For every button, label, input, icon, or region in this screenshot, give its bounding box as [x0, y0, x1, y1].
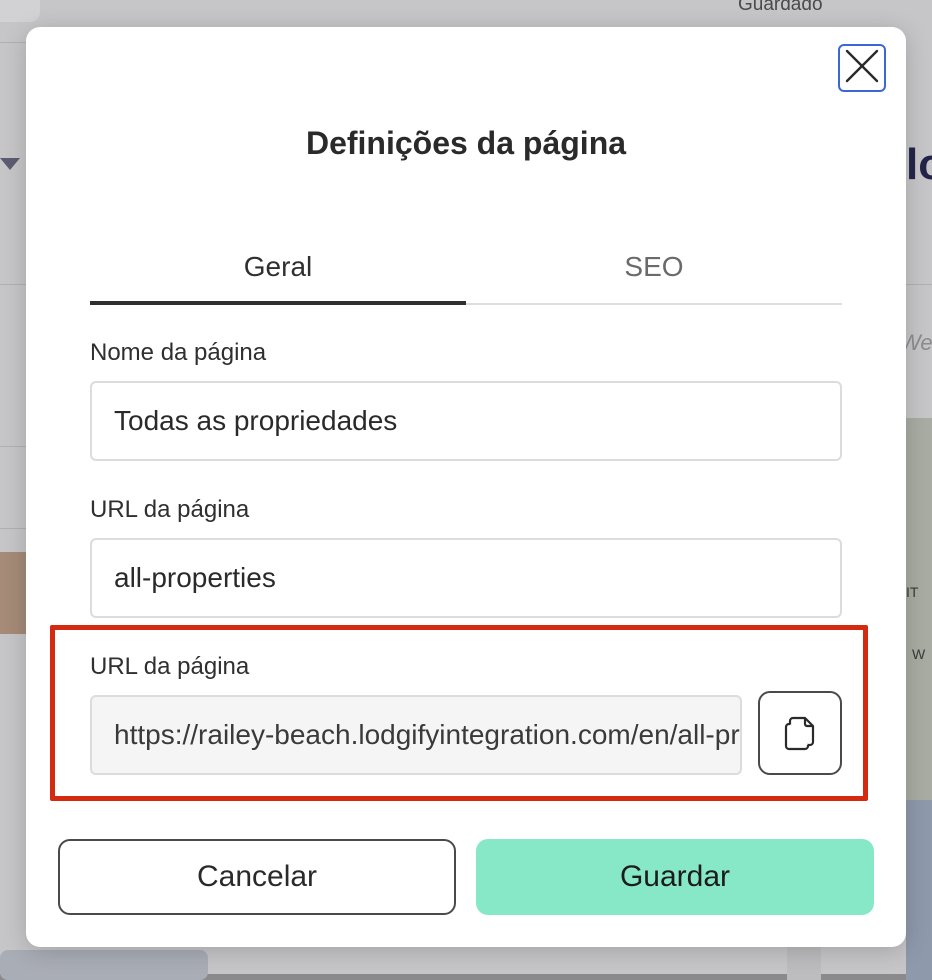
- cancel-button[interactable]: Cancelar: [58, 839, 456, 915]
- full-url-label: URL da página: [90, 653, 250, 680]
- background-top-pill: [0, 0, 40, 22]
- divider: [0, 284, 26, 285]
- map-water: [906, 800, 932, 980]
- tab-bar: Geral SEO: [90, 249, 842, 305]
- map-label: W: [912, 646, 926, 662]
- divider: [0, 42, 26, 43]
- page-name-label: Nome da página: [90, 339, 267, 366]
- divider: [0, 528, 26, 529]
- full-url-field[interactable]: https://railey-beach.lodgifyintegration.…: [90, 695, 742, 775]
- background-heading: lo: [906, 140, 932, 189]
- background-bottom-button: [0, 950, 208, 980]
- close-button[interactable]: [838, 44, 886, 92]
- copy-icon: [779, 710, 821, 757]
- page-url-input[interactable]: all-properties: [90, 538, 842, 618]
- page-settings-modal: Definições da página Geral SEO Nome da p…: [26, 27, 906, 947]
- divider: [0, 446, 26, 447]
- page-name-input[interactable]: Todas as propriedades: [90, 381, 842, 461]
- save-button[interactable]: Guardar: [476, 839, 874, 915]
- caret-down-icon: [0, 158, 20, 170]
- tab-seo[interactable]: SEO: [466, 249, 842, 303]
- page-url-label: URL da página: [90, 496, 250, 523]
- tab-general[interactable]: Geral: [90, 249, 466, 305]
- saved-status: Guardado: [738, 0, 823, 15]
- divider: [906, 284, 932, 285]
- map-label: IT: [906, 584, 919, 600]
- close-icon: [844, 48, 880, 89]
- copy-url-button[interactable]: [758, 691, 842, 775]
- modal-title: Definições da página: [305, 125, 627, 161]
